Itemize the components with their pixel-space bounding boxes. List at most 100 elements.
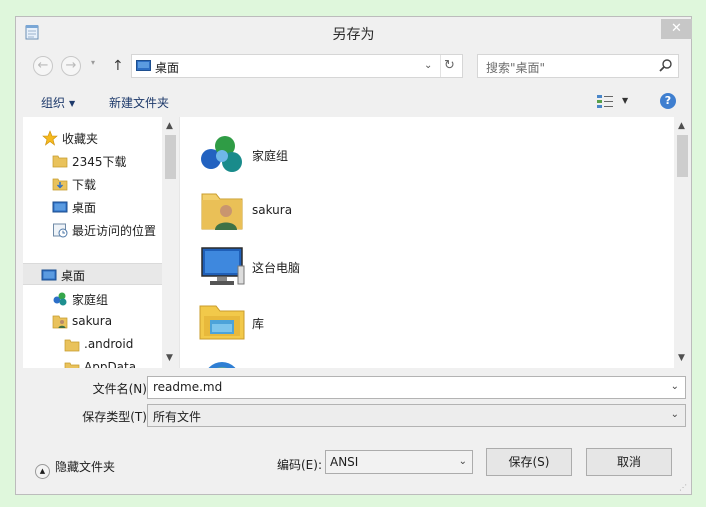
file-item-label: 库: [252, 317, 265, 331]
file-item[interactable]: 库: [198, 298, 498, 348]
filename-dropdown-icon[interactable]: ⌄: [671, 381, 679, 392]
folder-icon: [64, 337, 80, 353]
navigation-pane[interactable]: 收藏夹 2345下载 下载 桌面 最近访问的位置 桌面 家庭组 sakura .android A…: [23, 117, 180, 368]
filetype-dropdown-icon: ⌄: [670, 409, 679, 420]
sidebar-item-label: AppData: [84, 360, 137, 368]
sidebar-item-label: 下载: [72, 178, 97, 192]
encoding-dropdown-icon: ⌄: [458, 456, 467, 467]
sidebar-item-label: 2345下载: [72, 155, 127, 169]
sidebar-item-label: 桌面: [72, 201, 97, 215]
encoding-value: ANSI: [330, 455, 359, 469]
hide-folders-toggle[interactable]: ▲ 隐藏文件夹: [35, 458, 115, 479]
sidebar-item-label: .android: [84, 337, 134, 351]
organize-label: 组织: [41, 96, 66, 110]
filename-value: readme.md: [153, 380, 223, 394]
up-button[interactable]: ↑: [112, 58, 124, 74]
computer-icon: [198, 242, 246, 290]
file-item-label: 这台电脑: [252, 261, 301, 275]
file-list-pane[interactable]: 家庭组 sakura 这台电脑库 ▲ ▼: [180, 117, 691, 368]
filetype-select[interactable]: 所有文件 ⌄: [147, 404, 686, 427]
back-button[interactable]: ←: [33, 56, 53, 76]
filetype-row: 保存类型(T): 所有文件 ⌄: [16, 404, 691, 428]
homegroup-icon: [198, 130, 246, 178]
organize-dropdown-icon: ▼: [69, 99, 76, 108]
search-icon[interactable]: [658, 58, 674, 74]
encoding-label: 编码(E):: [277, 458, 322, 472]
sidebar-item[interactable]: sakura: [23, 311, 162, 333]
filetype-label: 保存类型(T):: [82, 410, 151, 424]
address-text: 桌面: [155, 61, 180, 75]
address-dropdown-icon[interactable]: ⌄: [424, 60, 432, 71]
desktop-icon: [52, 199, 68, 215]
network-icon: [198, 354, 246, 368]
folder-icon: [52, 153, 68, 169]
recent-places-icon: [52, 222, 68, 238]
resize-grip-icon[interactable]: ⋰: [679, 483, 689, 493]
sidebar-item[interactable]: .android: [23, 334, 162, 356]
recent-locations-button[interactable]: ▾: [91, 58, 95, 67]
sidebar-item[interactable]: 2345下载: [23, 150, 162, 172]
save-as-dialog: 另存为 ✕ ← → ▾ ↑ 桌面 ⌄ ↻ 搜索"桌面" 组织 ▼ 新建文件夹 ▼…: [15, 16, 692, 495]
file-item[interactable]: 这台电脑: [198, 242, 498, 292]
sidebar-item[interactable]: 最近访问的位置: [23, 219, 162, 241]
sidebar-item[interactable]: 家庭组: [23, 288, 162, 310]
refresh-icon[interactable]: ↻: [444, 58, 455, 73]
user-folder-icon: [52, 314, 68, 330]
encoding-select[interactable]: ANSI ⌄: [325, 450, 473, 474]
title-bar: 另存为 ✕: [16, 17, 692, 46]
user-folder-icon: [198, 186, 246, 234]
scroll-up-icon[interactable]: ▲: [166, 121, 173, 131]
file-item-label: 家庭组: [252, 149, 289, 163]
dialog-title: 另存为: [332, 27, 375, 43]
file-item[interactable]: [198, 354, 498, 368]
view-options-icon[interactable]: [596, 93, 614, 109]
downloads-folder-icon: [52, 176, 68, 192]
scroll-down-icon[interactable]: ▼: [678, 353, 685, 363]
hide-folders-label: 隐藏文件夹: [55, 460, 116, 474]
filename-input[interactable]: readme.md ⌄: [147, 376, 686, 399]
sidebar-item-label: sakura: [72, 314, 113, 328]
file-list-scrollbar[interactable]: ▲ ▼: [674, 117, 691, 368]
scroll-thumb[interactable]: [165, 135, 176, 179]
close-button[interactable]: ✕: [661, 19, 692, 39]
sidebar-item[interactable]: 桌面: [23, 263, 162, 285]
cancel-button[interactable]: 取消: [586, 448, 672, 476]
navigation-bar: ← → ▾ ↑ 桌面 ⌄ ↻ 搜索"桌面": [16, 52, 691, 80]
folder-icon: [64, 360, 80, 368]
view-dropdown-icon[interactable]: ▼: [622, 96, 628, 105]
organize-menu[interactable]: 组织 ▼: [41, 94, 75, 111]
sidebar-item[interactable]: AppData: [23, 357, 162, 368]
desktop-icon: [136, 60, 151, 71]
homegroup-icon: [52, 291, 68, 307]
scroll-down-icon[interactable]: ▼: [166, 353, 173, 363]
search-input[interactable]: 搜索"桌面": [477, 54, 679, 78]
nav-pane-scrollbar[interactable]: ▲ ▼: [162, 117, 179, 368]
scroll-up-icon[interactable]: ▲: [678, 121, 685, 131]
address-divider: [440, 55, 441, 77]
file-item-label: sakura: [252, 203, 293, 217]
forward-button[interactable]: →: [61, 56, 81, 76]
collapse-icon: ▲: [35, 464, 50, 479]
sidebar-item[interactable]: 下载: [23, 173, 162, 195]
scroll-thumb[interactable]: [677, 135, 688, 177]
help-icon[interactable]: ?: [660, 93, 676, 109]
filename-row: 文件名(N): readme.md ⌄: [16, 376, 691, 400]
sidebar-item-label: 家庭组: [72, 293, 109, 307]
save-button[interactable]: 保存(S): [486, 448, 572, 476]
star-icon: [42, 130, 58, 146]
library-icon: [198, 298, 246, 346]
sidebar-item[interactable]: 桌面: [23, 196, 162, 218]
filename-label: 文件名(N):: [92, 382, 151, 396]
file-item[interactable]: 家庭组: [198, 130, 498, 180]
filetype-value: 所有文件: [153, 410, 202, 424]
search-placeholder: 搜索"桌面": [486, 61, 546, 75]
sidebar-item[interactable]: 收藏夹: [23, 127, 162, 149]
file-item[interactable]: sakura: [198, 186, 498, 236]
sidebar-item-label: 最近访问的位置: [72, 224, 157, 238]
sidebar-item-label: 收藏夹: [62, 132, 99, 146]
desktop-icon: [41, 267, 57, 283]
sidebar-item-label: 桌面: [61, 269, 86, 283]
new-folder-button[interactable]: 新建文件夹: [109, 94, 169, 111]
command-bar: 组织 ▼ 新建文件夹 ▼ ?: [16, 87, 691, 117]
address-bar[interactable]: 桌面 ⌄ ↻: [131, 54, 463, 78]
